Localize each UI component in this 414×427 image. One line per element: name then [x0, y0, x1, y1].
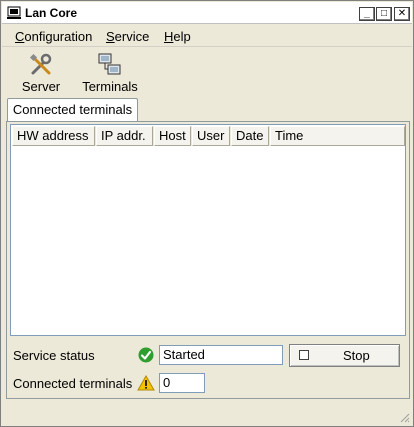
tab-connected-terminals[interactable]: Connected terminals — [7, 98, 138, 121]
tools-icon — [29, 53, 52, 75]
resize-grip-icon[interactable] — [398, 411, 410, 423]
title-bar[interactable]: Lan Core _ □ ✕ — [2, 2, 412, 24]
terminals-icon — [98, 53, 121, 75]
computer-icon — [7, 6, 21, 19]
check-circle-icon — [138, 347, 154, 363]
window-title: Lan Core — [25, 6, 78, 20]
stop-button-label: Stop — [343, 348, 370, 363]
table-header: HW address IP addr. Host User Date Time — [12, 126, 405, 146]
column-header-user[interactable]: User — [192, 126, 230, 146]
menu-help[interactable]: Help — [164, 29, 191, 44]
service-status-label: Service status — [13, 348, 95, 363]
column-header-host[interactable]: Host — [154, 126, 191, 146]
app-window: Lan Core _ □ ✕ Configuration Service Hel… — [0, 0, 414, 427]
server-button[interactable]: Server — [16, 50, 66, 94]
menu-service[interactable]: Service — [106, 29, 149, 44]
menu-configuration[interactable]: Configuration — [15, 29, 92, 44]
menu-bar: Configuration Service Help — [2, 25, 412, 47]
column-header-date[interactable]: Date — [231, 126, 269, 146]
server-label: Server — [21, 79, 61, 94]
warning-icon — [137, 375, 155, 391]
service-status-field[interactable]: Started — [159, 345, 283, 365]
column-header-hw-address[interactable]: HW address — [12, 126, 95, 146]
column-header-time[interactable]: Time — [270, 126, 405, 146]
toolbar: Server Terminals — [2, 48, 412, 96]
connected-count-field[interactable]: 0 — [159, 373, 205, 393]
column-header-ip-addr[interactable]: IP addr. — [96, 126, 153, 146]
stop-icon — [299, 350, 309, 360]
close-button[interactable]: ✕ — [394, 7, 410, 21]
stop-button[interactable]: Stop — [289, 344, 400, 367]
terminals-button[interactable]: Terminals — [78, 50, 142, 94]
maximize-button[interactable]: □ — [376, 7, 392, 21]
connected-terminals-label: Connected terminals — [13, 376, 133, 391]
minimize-button[interactable]: _ — [359, 7, 375, 21]
terminals-table[interactable]: HW address IP addr. Host User Date Time — [10, 124, 406, 336]
terminals-label: Terminals — [82, 79, 138, 94]
